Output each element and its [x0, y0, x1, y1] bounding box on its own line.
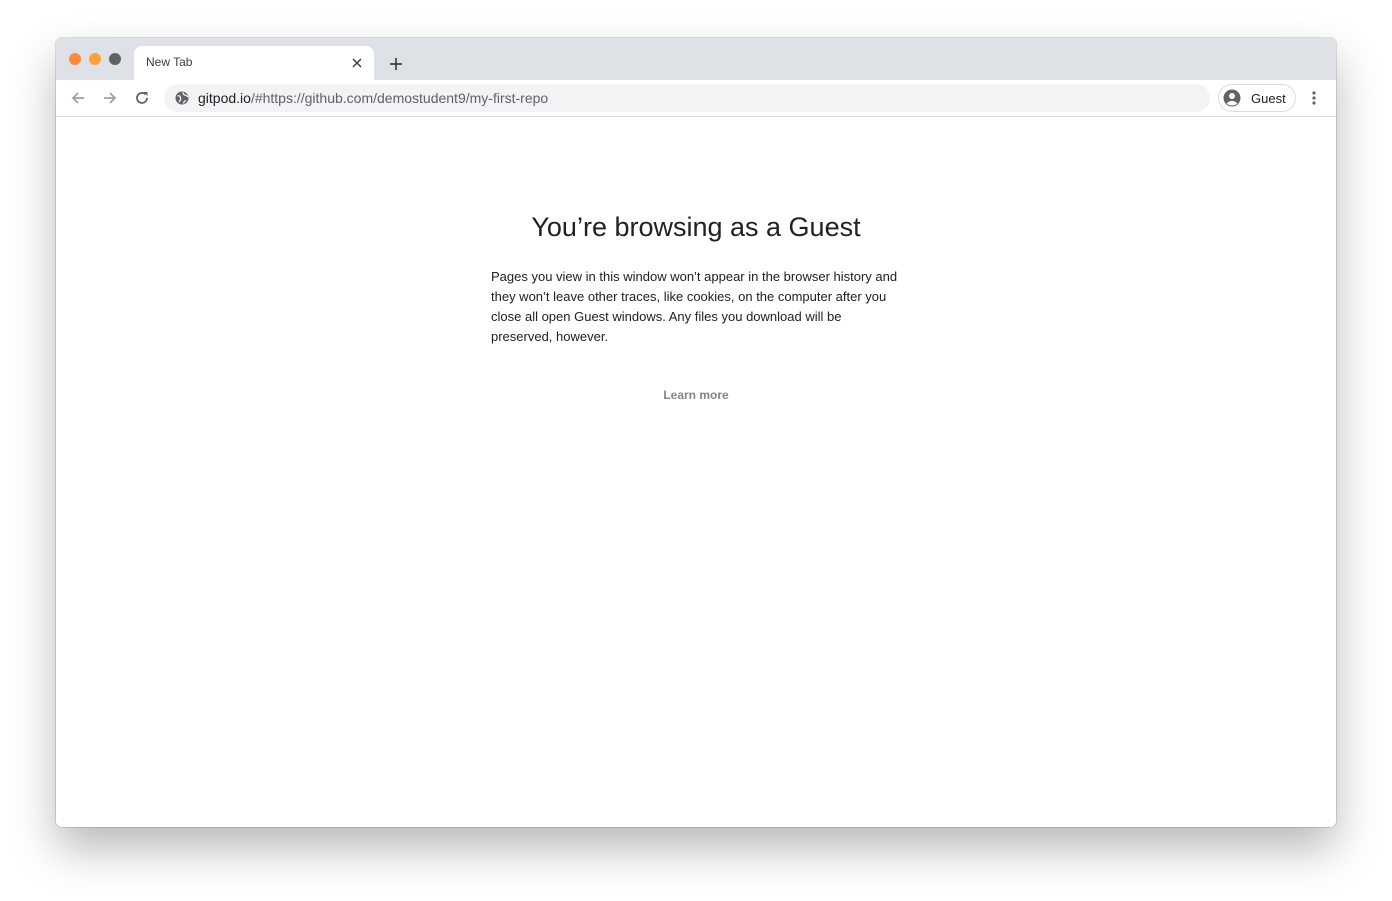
guest-description: Pages you view in this window won’t appe… [491, 269, 898, 344]
url-host: gitpod.io [198, 90, 251, 106]
url-path: /#https://github.com/demostudent9/my-fir… [250, 90, 549, 106]
back-arrow-icon[interactable] [66, 86, 90, 110]
page-title: You’re browsing as a Guest [531, 212, 861, 242]
browser-toolbar: gitpod.io/#https://github.com/demostuden… [56, 80, 1336, 117]
new-tab-plus-icon[interactable] [384, 52, 408, 76]
browser-window: New Tab gitpod.io/#https://github.com/de… [56, 38, 1336, 827]
close-window-button[interactable] [69, 53, 81, 65]
profile-label: Guest [1251, 91, 1286, 106]
forward-arrow-icon[interactable] [98, 86, 122, 110]
tab-strip: New Tab [56, 38, 1336, 80]
tab-new-tab[interactable]: New Tab [134, 46, 374, 80]
url-text: gitpod.io/#https://github.com/demostuden… [198, 90, 548, 106]
profile-button[interactable]: Guest [1218, 84, 1296, 112]
kebab-menu-icon[interactable] [1306, 86, 1322, 110]
minimize-window-button[interactable] [89, 53, 101, 65]
zoom-window-button[interactable] [109, 53, 121, 65]
globe-icon[interactable] [174, 90, 190, 106]
address-bar[interactable]: gitpod.io/#https://github.com/demostuden… [164, 84, 1210, 112]
close-tab-icon[interactable] [348, 54, 366, 72]
tab-title: New Tab [146, 55, 193, 69]
guest-mode-page: You’re browsing as a Guest Pages you vie… [56, 117, 1336, 827]
reload-icon[interactable] [130, 86, 154, 110]
learn-more-link[interactable]: Learn more [56, 388, 1336, 402]
guest-avatar-icon [1223, 89, 1241, 107]
